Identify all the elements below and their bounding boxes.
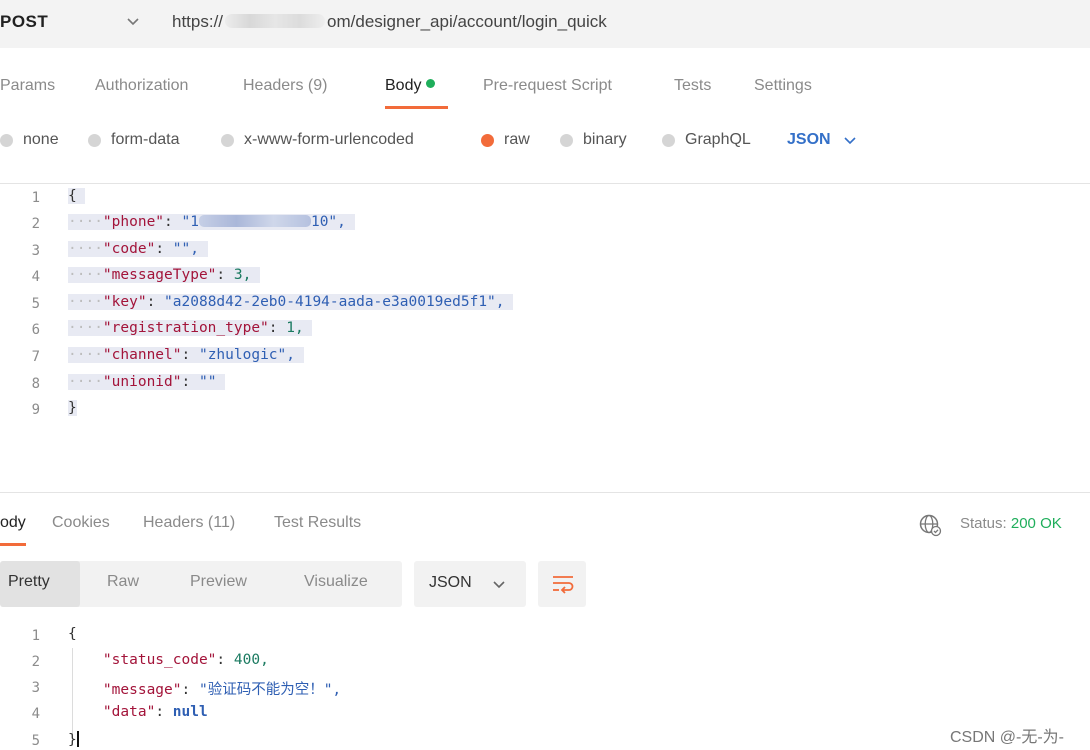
redacted-blur bbox=[225, 14, 326, 28]
code-line: ····"messageType": 3, bbox=[68, 267, 261, 283]
code-line: "status_code": 400, bbox=[102, 652, 269, 668]
radio-icon bbox=[0, 133, 13, 147]
chevron-down-icon bbox=[493, 581, 505, 589]
code-line: ····"registration_type": 1, bbox=[68, 320, 313, 336]
radio-label: form-data bbox=[111, 131, 180, 148]
response-tab-headers[interactable]: Headers (11) bbox=[143, 514, 235, 532]
chevron-down-icon[interactable] bbox=[124, 12, 142, 30]
chevron-down-icon bbox=[844, 137, 856, 145]
body-language-label: JSON bbox=[787, 131, 831, 148]
url-prefix: https:// bbox=[172, 12, 224, 31]
radio-label: none bbox=[23, 131, 59, 148]
code-line: ····"channel": "zhulogic", bbox=[68, 347, 304, 363]
text-cursor bbox=[76, 731, 79, 747]
code-line: ····"code": "", bbox=[68, 241, 208, 257]
radio-icon bbox=[560, 133, 573, 147]
body-language-select[interactable]: JSON bbox=[787, 131, 859, 149]
line-number: 3 bbox=[31, 680, 40, 696]
editor-divider bbox=[0, 183, 1090, 184]
status-label: Status: bbox=[960, 515, 1007, 532]
line-number: 9 bbox=[31, 402, 40, 418]
status-value: 200 OK bbox=[1010, 515, 1062, 532]
code-line: ····"phone": "1 10", bbox=[68, 214, 355, 230]
response-tab-body[interactable]: ody bbox=[0, 514, 26, 532]
wrap-lines-icon bbox=[553, 576, 574, 594]
line-number: 2 bbox=[31, 654, 40, 670]
radio-label: raw bbox=[504, 131, 530, 148]
active-tab-underline bbox=[0, 543, 26, 546]
tab-settings[interactable]: Settings bbox=[754, 77, 812, 95]
status-indicator[interactable]: Status: 200 OK bbox=[960, 515, 1062, 532]
code-line: "data": null bbox=[102, 704, 208, 720]
code-line: } bbox=[68, 400, 77, 416]
response-format-label: JSON bbox=[429, 574, 472, 591]
code-line: { bbox=[68, 626, 77, 642]
line-number: 5 bbox=[31, 296, 40, 312]
response-tab-cookies[interactable]: Cookies bbox=[52, 514, 110, 532]
radio-icon bbox=[88, 133, 101, 147]
radio-label: binary bbox=[583, 131, 627, 148]
line-number: 2 bbox=[31, 216, 40, 232]
radio-x-www-form-urlencoded[interactable]: x-www-form-urlencoded bbox=[221, 131, 414, 149]
watermark: CSDN @-无-为- bbox=[950, 729, 1065, 746]
tab-body[interactable]: Body bbox=[385, 77, 436, 95]
pretty-label: Pretty bbox=[8, 573, 50, 590]
line-number: 1 bbox=[31, 190, 40, 206]
radio-label: x-www-form-urlencoded bbox=[244, 131, 414, 148]
modified-dot-icon bbox=[426, 79, 436, 88]
radio-icon bbox=[662, 133, 675, 147]
tab-body-label: Body bbox=[385, 77, 422, 94]
code-line: ····"key": "a2088d42-2eb0-4194-aada-e3a0… bbox=[68, 294, 514, 310]
globe-icon[interactable] bbox=[918, 513, 942, 537]
tab-params[interactable]: Params bbox=[0, 77, 55, 95]
radio-label: GraphQL bbox=[685, 131, 751, 148]
url-input[interactable]: https:// om/designer_api/account/login_qu… bbox=[172, 12, 607, 32]
response-tab-test-results[interactable]: Test Results bbox=[274, 514, 361, 532]
radio-selected-icon bbox=[481, 133, 494, 147]
tab-headers[interactable]: Headers (9) bbox=[243, 77, 327, 95]
line-number: 5 bbox=[31, 733, 40, 749]
line-number: 4 bbox=[31, 706, 40, 722]
line-number: 8 bbox=[31, 376, 40, 392]
visualize-button[interactable]: Visualize bbox=[304, 573, 368, 591]
radio-none[interactable]: none bbox=[0, 131, 59, 149]
line-number: 6 bbox=[31, 322, 40, 338]
preview-button[interactable]: Preview bbox=[190, 573, 247, 591]
code-line: { bbox=[68, 188, 86, 204]
line-number: 7 bbox=[31, 349, 40, 365]
method-select[interactable]: POST bbox=[0, 12, 48, 32]
raw-button[interactable]: Raw bbox=[107, 573, 139, 591]
tab-authorization[interactable]: Authorization bbox=[95, 77, 188, 95]
line-number: 4 bbox=[31, 269, 40, 285]
radio-raw[interactable]: raw bbox=[481, 131, 530, 149]
code-line: "message": "验证码不能为空！", bbox=[102, 682, 342, 698]
code-line: ····"unionid": "" bbox=[68, 374, 226, 390]
redacted-blur bbox=[198, 215, 311, 227]
code-line: } bbox=[68, 731, 79, 748]
line-number: 1 bbox=[31, 628, 40, 644]
response-divider bbox=[0, 492, 1090, 493]
tab-tests[interactable]: Tests bbox=[674, 77, 711, 95]
tab-pre-request-script[interactable]: Pre-request Script bbox=[483, 77, 612, 95]
active-tab-underline bbox=[385, 106, 448, 109]
radio-binary[interactable]: binary bbox=[560, 131, 627, 149]
url-suffix: om/designer_api/account/login_quick bbox=[327, 12, 607, 31]
radio-graphql[interactable]: GraphQL bbox=[662, 131, 751, 149]
radio-icon bbox=[221, 133, 234, 147]
radio-form-data[interactable]: form-data bbox=[88, 131, 179, 149]
line-number: 3 bbox=[31, 243, 40, 259]
